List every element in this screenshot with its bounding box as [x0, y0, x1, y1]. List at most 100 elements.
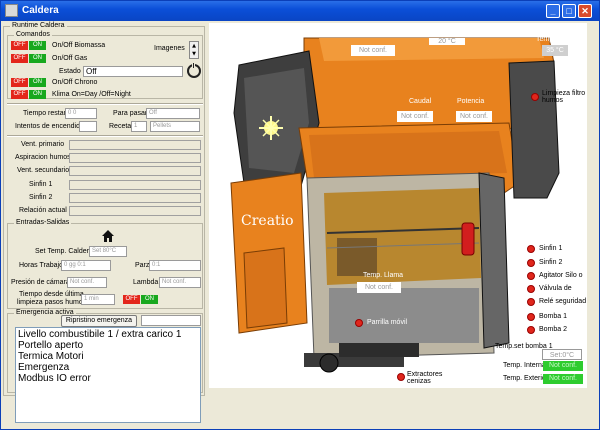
biomassa-on-toggle[interactable]: ON: [29, 41, 46, 50]
list-item[interactable]: Emergenza: [18, 362, 198, 373]
chrono-on-toggle[interactable]: ON: [29, 78, 46, 87]
limpieza-on-toggle[interactable]: ON: [141, 295, 158, 304]
temp-interna-label: Temp. Interna: [503, 362, 546, 369]
tiempo-limpieza-label-2: limpieza pasos humos: [17, 299, 87, 306]
list-item[interactable]: Portello aperto: [18, 340, 198, 351]
app-icon: [5, 4, 18, 17]
vent-secundario-bar: [69, 166, 201, 176]
caudal-label: Caudal: [409, 98, 432, 105]
temp-llama-value: Not conf.: [357, 282, 401, 293]
aspiracion-label: Aspiracion humos: [15, 154, 71, 161]
chrono-off-toggle[interactable]: OFF: [11, 78, 28, 87]
set-temp-field[interactable]: Set 80°C: [89, 246, 127, 257]
aspiracion-bar: [69, 153, 201, 163]
imagenes-spinner[interactable]: ▲ ▼: [189, 41, 199, 59]
parrilla-label: Parrilla móvil: [367, 319, 408, 326]
sinfin2-bar: [69, 193, 201, 203]
horas-field: 0 gg 0:1: [61, 260, 111, 271]
comandos-caption: Comandos: [14, 31, 52, 38]
close-button[interactable]: ✕: [578, 4, 592, 18]
boiler-diagram: Not conf. 20 °C Temp. Humos 35 °C Limpie…: [209, 23, 587, 388]
limpieza-off-toggle[interactable]: OFF: [123, 295, 140, 304]
entradas-caption: Entradas-Salidas: [14, 219, 72, 226]
intentos-label: Intentos de encendido: [15, 123, 84, 130]
temp-interna-value: Not conf.: [543, 361, 583, 371]
lambda-field: Not conf.: [159, 277, 201, 288]
spinner-up-icon[interactable]: ▲: [190, 42, 198, 50]
caudal-value: Not conf.: [397, 111, 433, 122]
rele-indicator-icon: [527, 298, 535, 306]
biomassa-label: On/Off Biomassa: [52, 42, 106, 49]
maximize-button[interactable]: □: [562, 4, 576, 18]
parz-label: Parz: [135, 262, 150, 269]
sinfin1-indicator-icon: [527, 245, 535, 253]
home-icon[interactable]: [101, 229, 115, 243]
tiempo-limpieza-label-1: Tiempo desde última: [19, 291, 84, 298]
vent-primario-bar: [69, 140, 201, 150]
runtime-caption: Runtime Caldera: [10, 22, 67, 29]
vent-primario-label: Vent. primario: [21, 141, 65, 148]
set-temp-label: Set Temp. Caldera: [35, 248, 93, 255]
emergencia-status-field: [141, 315, 201, 326]
estado-label: Estado: [59, 68, 81, 75]
klima-on-toggle[interactable]: ON: [29, 90, 46, 99]
limpieza-label: Limpieza filtro humos: [542, 90, 586, 104]
valvula-indicator-icon: [527, 285, 535, 293]
emergencia-list[interactable]: Livello combustibile 1 / extra carico 1 …: [15, 327, 201, 423]
receta-label: Receta: [109, 123, 132, 130]
extractores-indicator-icon: [397, 373, 405, 381]
minimize-button[interactable]: _: [546, 4, 560, 18]
valvula-label: Válvula de: [539, 285, 572, 292]
sinfin2-indicator-icon: [527, 259, 535, 267]
temp-humos-value: 35 °C: [542, 45, 568, 56]
spinner-down-icon[interactable]: ▼: [190, 50, 198, 58]
temp-set-bomba-value[interactable]: Set:0°C: [542, 349, 582, 360]
agitator-label: Agitator Silo o: [539, 272, 583, 279]
ripristino-button[interactable]: Ripristino emergenza: [61, 315, 137, 327]
temp-llama-label: Temp. Llama: [363, 272, 404, 279]
sinfin1-label: Sinfin 1: [29, 181, 53, 188]
imagenes-label: Imagenes: [154, 45, 185, 52]
bomba2-label: Bomba 2: [539, 326, 568, 333]
bomba1-label: Bomba 1: [539, 313, 568, 320]
bomba1-indicator-icon: [527, 313, 535, 321]
relacion-label: Relación actual: [19, 207, 67, 214]
klima-off-toggle[interactable]: OFF: [11, 90, 28, 99]
top-left-value: Not conf.: [351, 45, 395, 56]
vent-secundario-label: Vent. secundario: [17, 167, 70, 174]
extractores-label: Extractores cenizas: [407, 371, 443, 385]
list-item[interactable]: Livello combustibile 1 / extra carico 1: [18, 329, 198, 340]
temp-exterior-value: Not conf.: [543, 374, 583, 384]
presion-field: Not conf.: [67, 277, 107, 288]
rele-label: Relé seguridad: [539, 298, 587, 305]
intentos-field: [79, 121, 97, 132]
brand-logo: Creatio: [241, 213, 294, 229]
title-bar: Caldera _ □ ✕: [1, 1, 599, 21]
para-pasar-field: Off: [146, 108, 200, 119]
temp-humos-label: Temp. Humos: [536, 36, 580, 43]
list-item[interactable]: Modbus IO error: [18, 373, 198, 384]
biomassa-off-toggle[interactable]: OFF: [11, 41, 28, 50]
presion-label: Presión de cámara: [11, 279, 70, 286]
klima-label: Klima On=Day /Off=Night: [52, 91, 131, 98]
sinfin2-label: Sinfin 2: [29, 194, 53, 201]
window-title: Caldera: [22, 5, 59, 16]
gas-off-toggle[interactable]: OFF: [11, 54, 28, 63]
agitator-indicator-icon: [527, 272, 535, 280]
horas-label: Horas Trabajo: [19, 262, 63, 269]
bomba2-indicator-icon: [527, 326, 535, 334]
power-icon[interactable]: [187, 62, 201, 78]
caldera-window: Caldera _ □ ✕ Runtime Caldera Comandos O…: [0, 0, 600, 430]
potencia-value: Not conf.: [456, 111, 492, 122]
limpieza-indicator-icon: [531, 93, 539, 101]
tiempo-limpieza-field: 1 min: [81, 294, 115, 305]
receta-field: 1: [131, 121, 147, 132]
gas-label: On/Off Gas: [52, 55, 88, 62]
estado-field: Off: [83, 66, 183, 77]
list-item[interactable]: Termica Motori: [18, 351, 198, 362]
lambda-label: Lambda: [133, 279, 159, 286]
chrono-label: On/Off Chrono: [52, 79, 98, 86]
receta-type-field: Pellets: [150, 121, 200, 132]
sinfin1-bar: [69, 180, 201, 190]
gas-on-toggle[interactable]: ON: [29, 54, 46, 63]
